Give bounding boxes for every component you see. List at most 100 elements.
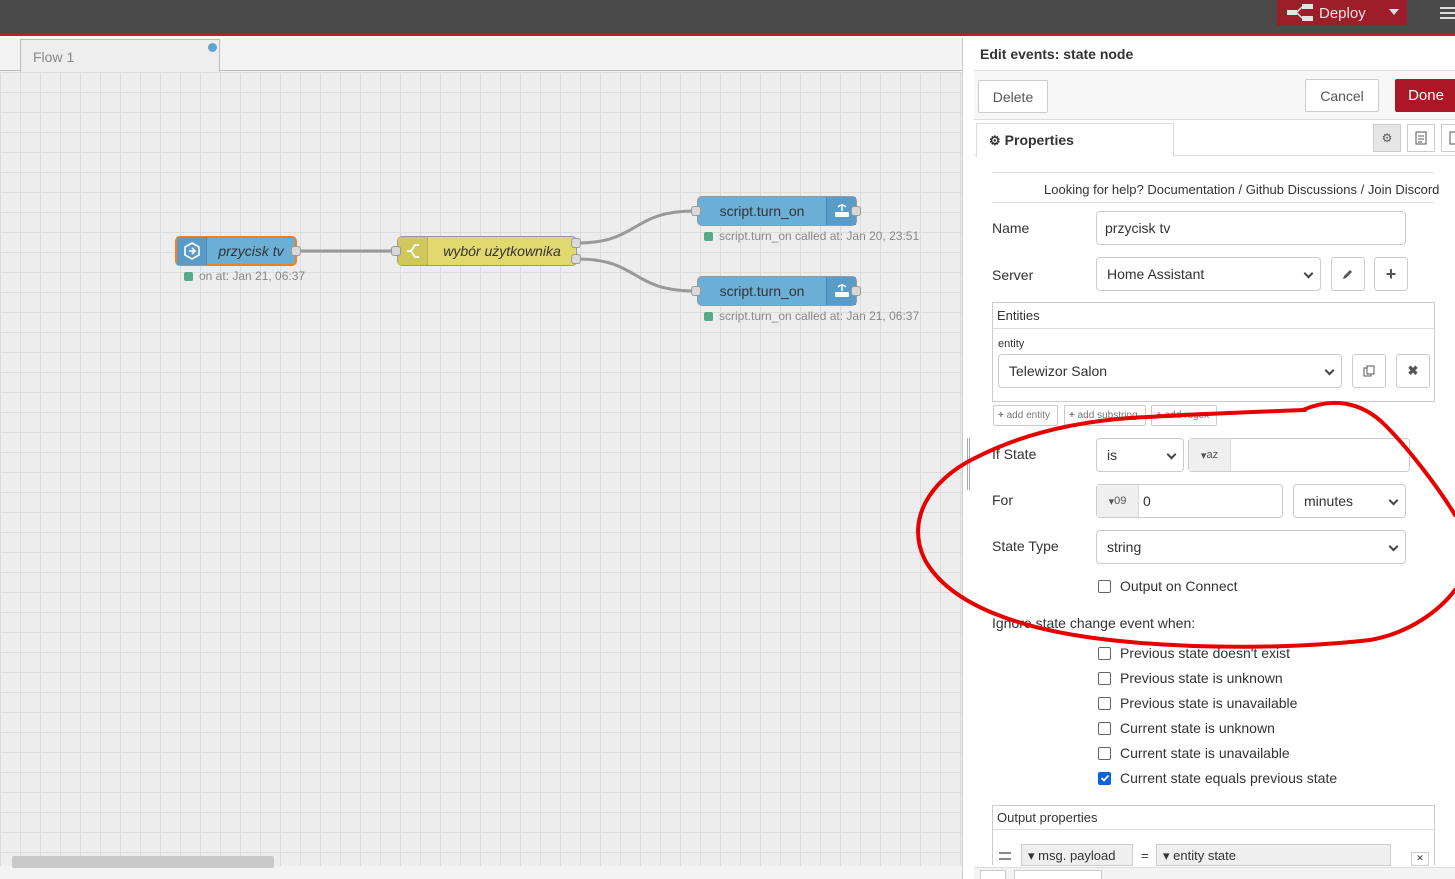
splitter-grip[interactable] [967, 438, 970, 490]
output-properties-label: Output properties [993, 806, 1434, 830]
flow-tab-bar: Flow 1 [0, 38, 962, 72]
entity-sublabel: entity [998, 338, 1025, 350]
output-right-value[interactable]: ▾ entity state [1156, 844, 1391, 866]
output-port-2[interactable] [571, 254, 581, 264]
tab-flow-1[interactable]: Flow 1 [20, 39, 220, 72]
number-type-icon[interactable]: ▾ 09 [1097, 485, 1139, 517]
app-header: Deploy [0, 0, 1455, 36]
deploy-label: Deploy [1319, 4, 1366, 22]
state-type-label: State Type [992, 538, 1059, 554]
done-button[interactable]: Done [1395, 79, 1455, 112]
help-links: Looking for help? Documentation / Github… [1044, 182, 1440, 197]
entities-label: Entities [993, 303, 1434, 329]
tray-title: Edit events: state node [980, 46, 1134, 62]
for-unit-select[interactable]: minutes [1293, 484, 1406, 518]
edit-tray: Edit events: state node Delete Cancel Do… [974, 38, 1455, 879]
ignore-option-checkbox[interactable]: Current state is unavailable [1098, 745, 1290, 761]
node-label: przycisk tv [218, 243, 284, 259]
node-przycisk-tv[interactable]: przycisk tv [175, 236, 297, 266]
switch-icon [398, 237, 428, 265]
description-tab-document-icon[interactable] [1407, 124, 1435, 152]
input-port[interactable] [691, 206, 701, 216]
node-label: script.turn_on [719, 283, 805, 299]
footer-enabled-toggle[interactable] [1014, 870, 1102, 879]
ignore-option-checkbox[interactable]: Previous state doesn't exist [1098, 645, 1290, 661]
add-regex-button[interactable]: + add regex [1151, 405, 1217, 426]
if-state-label: If State [992, 446, 1037, 462]
add-substring-button[interactable]: + add substring [1064, 405, 1146, 426]
appearance-tab-frame-icon[interactable] [1441, 124, 1455, 152]
entity-select[interactable]: Telewizor Salon [998, 354, 1342, 388]
if-state-operator-select[interactable]: is [1096, 438, 1184, 472]
wire-switch-to-script2 [576, 257, 696, 293]
ignore-option-checkbox[interactable]: Current state equals previous state [1098, 770, 1337, 786]
output-port[interactable] [291, 246, 301, 256]
ignore-option-checkbox[interactable]: Previous state is unknown [1098, 670, 1283, 686]
output-port[interactable] [851, 206, 861, 216]
node-label: script.turn_on [719, 203, 805, 219]
ignore-option-checkbox[interactable]: Current state is unknown [1098, 720, 1275, 736]
drag-handle-icon[interactable] [999, 852, 1011, 860]
deploy-button[interactable]: Deploy [1277, 0, 1407, 26]
tab-properties[interactable]: ⚙ Properties [976, 123, 1174, 157]
for-label: For [992, 492, 1013, 508]
changed-indicator-dot [208, 43, 217, 52]
output-left-type[interactable]: ▾ msg. payload [1021, 844, 1133, 866]
remove-entity-close-icon[interactable]: ✖ [1396, 354, 1430, 388]
wire-switch-to-script1 [576, 209, 696, 245]
settings-tab-gear-icon[interactable]: ⚙ [1373, 124, 1401, 152]
node-status: script.turn_on called at: Jan 21, 06:37 [704, 309, 919, 323]
output-port-1[interactable] [571, 238, 581, 248]
separator [992, 172, 1434, 173]
output-eq: = [1141, 848, 1149, 863]
name-field[interactable]: przycisk tv [1096, 211, 1406, 245]
entities-box: Entities entity Telewizor Salon ✖ [992, 302, 1435, 402]
for-value-input[interactable]: ▾ 09 0 [1096, 484, 1283, 518]
node-label: wybór użytkownika [443, 243, 561, 259]
delete-button[interactable]: Delete [978, 80, 1048, 113]
flow-wires [297, 209, 696, 293]
node-status: on at: Jan 21, 06:37 [184, 269, 305, 283]
tray-tabs: ⚙ Properties ⚙ [974, 122, 1455, 157]
hamburger-menu-icon[interactable] [1440, 4, 1455, 22]
state-type-select[interactable]: string [1096, 530, 1406, 564]
server-label: Server [992, 267, 1034, 283]
tray-toolbar: Delete Cancel Done [974, 70, 1455, 120]
add-entity-button[interactable]: + add entity [993, 405, 1058, 426]
panel-splitter[interactable] [962, 38, 974, 879]
node-status: script.turn_on called at: Jan 20, 23:51 [704, 229, 919, 243]
node-script-turn-on-2[interactable]: script.turn_on [697, 276, 857, 306]
output-on-connect-checkbox[interactable]: Output on Connect [1098, 578, 1238, 594]
input-port[interactable] [691, 286, 701, 296]
tab-label: Flow 1 [33, 49, 75, 65]
ignore-option-checkbox[interactable]: Previous state is unavailable [1098, 695, 1297, 711]
node-wybor-uzytkownika[interactable]: wybór użytkownika [397, 236, 577, 266]
gear-icon: ⚙ [989, 133, 1001, 148]
if-state-value-input[interactable]: ▾ az [1188, 438, 1410, 472]
remove-row-close-icon[interactable]: ✕ [1411, 852, 1429, 866]
name-label: Name [992, 220, 1030, 236]
server-select[interactable]: Home Assistant [1096, 257, 1321, 291]
deploy-icon [1285, 0, 1315, 26]
github-discussions-link[interactable]: Github Discussions [1246, 182, 1357, 197]
edit-server-pencil-icon[interactable] [1331, 257, 1365, 291]
output-port[interactable] [851, 286, 861, 296]
checkmark-icon[interactable] [1098, 771, 1111, 785]
checkbox[interactable] [1098, 579, 1111, 593]
copy-entity-copy-icon[interactable] [1352, 354, 1386, 388]
input-port[interactable] [391, 246, 401, 256]
horizontal-scrollbar[interactable] [12, 856, 274, 868]
cancel-button[interactable]: Cancel [1305, 79, 1379, 112]
output-properties-box: Output properties ▾ msg. payload = ▾ ent… [992, 805, 1435, 866]
flow-canvas[interactable]: przycisk tv on at: Jan 21, 06:37 wybór u… [0, 72, 962, 866]
footer-button[interactable] [980, 870, 1006, 879]
deploy-dropdown-caret-icon[interactable] [1389, 9, 1399, 15]
string-type-icon[interactable]: ▾ az [1189, 439, 1231, 471]
separator [992, 202, 1434, 203]
join-discord-link[interactable]: Join Discord [1368, 182, 1440, 197]
node-script-turn-on-1[interactable]: script.turn_on [697, 196, 857, 226]
add-server-plus-icon[interactable]: + [1374, 257, 1408, 291]
flow-workspace: Flow 1 przycisk tv on at: Jan 21, 06:37 … [0, 38, 962, 879]
tray-footer [974, 867, 1455, 879]
documentation-link[interactable]: Documentation [1147, 182, 1234, 197]
